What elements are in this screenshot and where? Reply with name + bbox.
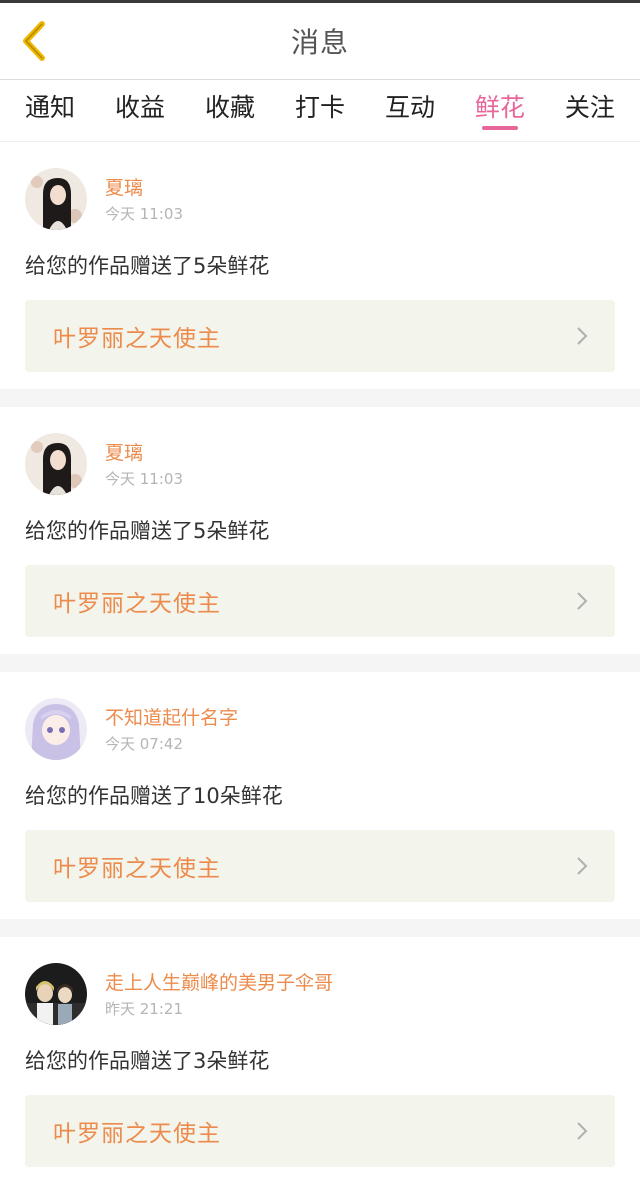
work-title: 叶罗丽之天使主: [53, 1121, 221, 1147]
gift-message: 给您的作品赠送了5朵鲜花: [25, 254, 270, 278]
girl-dark-hair-avatar-icon: [25, 168, 87, 230]
chevron-left-icon: [23, 21, 45, 61]
tab-label: 收益: [114, 93, 165, 122]
avatar[interactable]: [25, 698, 87, 760]
page-title: 消息: [290, 26, 349, 59]
gift-message: 给您的作品赠送了3朵鲜花: [25, 1049, 270, 1073]
work-title: 叶罗丽之天使主: [53, 856, 221, 882]
girl-lilac-hair-avatar-icon: [25, 698, 87, 760]
tab-earnings[interactable]: 收益: [115, 92, 165, 132]
sender-row: 夏璃 今天 11:03: [25, 433, 615, 495]
tab-notifications[interactable]: 通知: [25, 92, 75, 132]
tab-label: 通知: [25, 93, 76, 122]
timestamp: 昨天 21:21: [105, 999, 183, 1018]
chevron-right-icon: [577, 592, 588, 610]
sender-name[interactable]: 不知道起什名字: [105, 705, 238, 731]
chevron-right-icon: [577, 857, 588, 875]
work-title: 叶罗丽之天使主: [53, 591, 221, 617]
girl-dark-hair-avatar-icon: [25, 433, 87, 495]
gift-message: 给您的作品赠送了10朵鲜花: [25, 784, 283, 808]
sender-row: 不知道起什名字 今天 07:42: [25, 698, 615, 760]
tab-label: 鲜花: [474, 93, 525, 122]
avatar[interactable]: [25, 433, 87, 495]
avatar[interactable]: [25, 168, 87, 230]
sender-name[interactable]: 夏璃: [105, 440, 183, 466]
sender-meta: 夏璃 今天 11:03: [105, 440, 183, 489]
work-link[interactable]: 叶罗丽之天使主: [25, 300, 615, 372]
sender-meta: 不知道起什名字 今天 07:42: [105, 705, 238, 754]
work-link[interactable]: 叶罗丽之天使主: [25, 565, 615, 637]
message-list: 夏璃 今天 11:03 给您的作品赠送了5朵鲜花 叶罗丽之天使主 夏璃 今天 1…: [0, 142, 640, 1184]
active-tab-indicator: [481, 126, 518, 130]
sender-name[interactable]: 走上人生巅峰的美男子伞哥: [105, 970, 333, 996]
sender-meta: 走上人生巅峰的美男子伞哥 昨天 21:21: [105, 970, 333, 1019]
boys-group-avatar-icon: [25, 963, 87, 1025]
chevron-right-icon: [577, 1122, 588, 1140]
tab-interactions[interactable]: 互动: [385, 92, 435, 132]
tab-checkin[interactable]: 打卡: [295, 92, 345, 132]
gift-message: 给您的作品赠送了5朵鲜花: [25, 519, 270, 543]
tab-label: 打卡: [294, 93, 345, 122]
timestamp: 今天 11:03: [105, 204, 183, 223]
message-card: 夏璃 今天 11:03 给您的作品赠送了5朵鲜花 叶罗丽之天使主: [0, 142, 640, 389]
work-link[interactable]: 叶罗丽之天使主: [25, 830, 615, 902]
chevron-right-icon: [577, 327, 588, 345]
tab-label: 收藏: [204, 93, 255, 122]
tab-favorites[interactable]: 收藏: [205, 92, 255, 132]
sender-row: 走上人生巅峰的美男子伞哥 昨天 21:21: [25, 963, 615, 1025]
sender-row: 夏璃 今天 11:03: [25, 168, 615, 230]
avatar[interactable]: [25, 963, 87, 1025]
work-link[interactable]: 叶罗丽之天使主: [25, 1095, 615, 1167]
tab-flowers[interactable]: 鲜花: [475, 92, 525, 132]
message-card: 不知道起什名字 今天 07:42 给您的作品赠送了10朵鲜花 叶罗丽之天使主: [0, 672, 640, 919]
tab-label: 互动: [384, 93, 435, 122]
tab-follows[interactable]: 关注: [565, 92, 615, 132]
message-card: 走上人生巅峰的美男子伞哥 昨天 21:21 给您的作品赠送了3朵鲜花 叶罗丽之天…: [0, 937, 640, 1184]
sender-meta: 夏璃 今天 11:03: [105, 175, 183, 224]
tab-bar: 通知 收益 收藏 打卡 互动 鲜花 关注: [0, 80, 640, 142]
timestamp: 今天 11:03: [105, 469, 183, 488]
back-button[interactable]: [12, 19, 54, 63]
timestamp: 今天 07:42: [105, 734, 183, 753]
top-bar: 消息: [0, 3, 640, 80]
message-card: 夏璃 今天 11:03 给您的作品赠送了5朵鲜花 叶罗丽之天使主: [0, 407, 640, 654]
tab-label: 关注: [564, 93, 615, 122]
sender-name[interactable]: 夏璃: [105, 175, 183, 201]
work-title: 叶罗丽之天使主: [53, 326, 221, 352]
